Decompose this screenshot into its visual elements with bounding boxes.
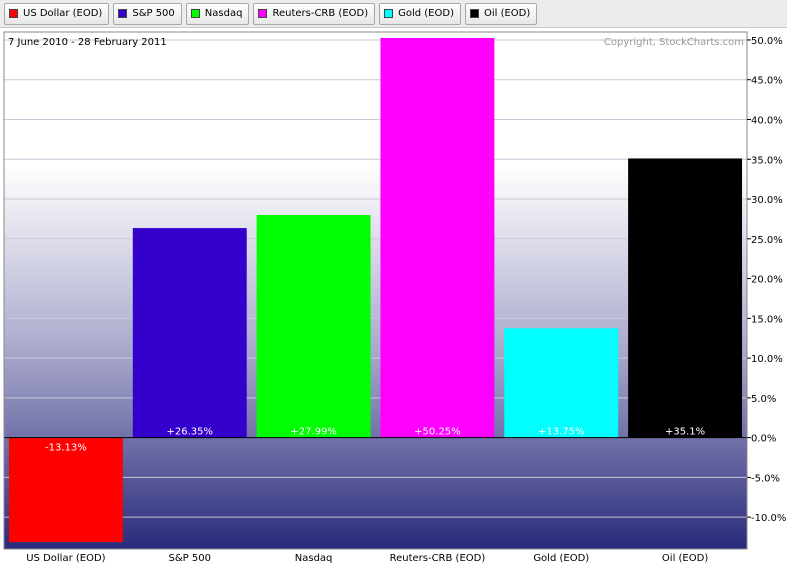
x-category-label: Gold (EOD) (533, 553, 589, 564)
legend-item[interactable]: Reuters-CRB (EOD) (253, 2, 376, 25)
legend-swatch (190, 9, 200, 18)
bar-value-label: +27.99% (290, 427, 337, 438)
legend-swatch (118, 9, 128, 18)
legend-swatch (258, 9, 268, 18)
bar (380, 37, 495, 438)
legend-item[interactable]: S&P 500 (113, 2, 182, 25)
y-tick-label: -10.0% (751, 513, 786, 524)
y-axis-ticks: -10.0% -5.0% 0.0% 5.0% 10.0% 15.0% 20.0% 25.0% 3… (747, 36, 786, 524)
legend-item[interactable]: Gold (EOD) (379, 2, 461, 25)
bar-value-label: +35.1% (665, 427, 705, 438)
y-tick-label: 15.0% (751, 314, 783, 325)
legend-label: Reuters-CRB (EOD) (272, 8, 369, 19)
x-category-label: Reuters-CRB (EOD) (390, 553, 486, 564)
legend-item[interactable]: US Dollar (EOD) (4, 2, 110, 25)
y-tick-label: 45.0% (751, 76, 783, 87)
bar (504, 328, 619, 438)
bar-value-label: +26.35% (166, 427, 213, 438)
y-tick-label: 50.0% (751, 36, 783, 47)
bar (132, 228, 247, 438)
legend-label: Oil (EOD) (483, 8, 531, 19)
bar-value-label: +50.25% (414, 427, 461, 438)
x-axis-categories: US Dollar (EOD) S&P 500 Nasdaq Reuters-CRB … (26, 553, 708, 564)
legend-item[interactable]: Nasdaq (185, 2, 250, 25)
bar-value-label: +13.75% (538, 427, 585, 438)
copyright-label: Copyright, StockCharts.com (604, 37, 744, 48)
x-category-label: Oil (EOD) (662, 553, 708, 564)
x-category-label: S&P 500 (169, 553, 211, 564)
legend-label: S&P 500 (132, 8, 175, 19)
y-tick-label: 10.0% (751, 354, 783, 365)
legend-swatch (469, 9, 479, 18)
legend-swatch (9, 9, 18, 18)
date-range-label: 7 June 2010 - 28 February 2011 (8, 37, 167, 48)
y-tick-label: 40.0% (751, 115, 783, 126)
x-category-label: Nasdaq (295, 553, 333, 564)
y-tick-label: 35.0% (751, 155, 783, 166)
bar-value-label: -13.13% (45, 443, 87, 454)
x-category-label: US Dollar (EOD) (26, 553, 105, 564)
bar (628, 158, 743, 438)
y-tick-label: 5.0% (751, 394, 776, 405)
y-tick-label: -5.0% (751, 473, 780, 484)
performance-bar-chart: -13.13% +26.35% +27.99% +50.25% +13.75% +35.1… (3, 31, 786, 564)
chart-legend: US Dollar (EOD) S&P 500 Nasdaq Reuters-CRB … (0, 0, 787, 28)
y-tick-label: 25.0% (751, 235, 783, 246)
y-tick-label: 30.0% (751, 195, 783, 206)
bar (256, 215, 371, 438)
legend-swatch (384, 9, 394, 18)
y-tick-label: 0.0% (751, 434, 776, 445)
legend-label: Gold (EOD) (398, 8, 454, 19)
legend-label: US Dollar (EOD) (23, 8, 103, 19)
y-tick-label: 20.0% (751, 275, 783, 286)
legend-item[interactable]: Oil (EOD) (464, 2, 538, 25)
legend-label: Nasdaq (204, 8, 243, 19)
